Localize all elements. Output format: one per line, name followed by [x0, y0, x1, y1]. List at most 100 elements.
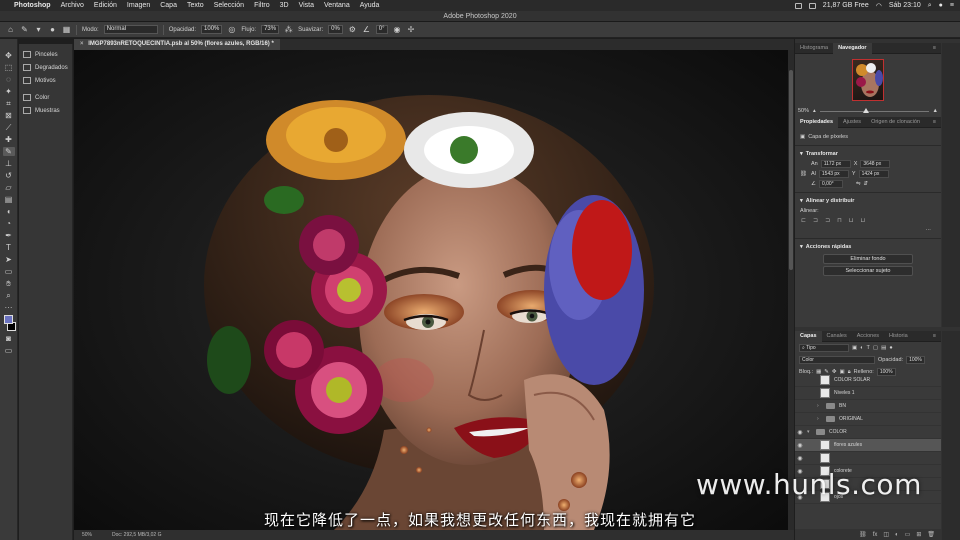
stamp-icon[interactable]: ⊥ — [3, 159, 15, 168]
shape-icon[interactable]: ▭ — [3, 267, 15, 276]
search-icon[interactable]: ⌕ — [928, 2, 932, 10]
user-icon[interactable]: ● — [939, 2, 943, 9]
layer-row[interactable]: ◉ COLOR SOLAR — [795, 374, 941, 387]
zoom-icon[interactable]: ⌕ — [3, 291, 15, 300]
document-tab[interactable]: × IMGP7893nRETOQUECINTIA.psb al 50% (flo… — [74, 39, 280, 50]
layer-thumbnail[interactable] — [820, 453, 830, 463]
menu-item[interactable]: 3D — [280, 2, 289, 9]
visibility-eye-icon[interactable]: ◉ — [795, 377, 805, 384]
image-canvas[interactable] — [74, 50, 788, 530]
tab-navigator[interactable]: Navegador — [833, 42, 872, 54]
filter-type-icon[interactable]: T — [867, 345, 870, 351]
panel-menu-icon[interactable]: ≡ — [928, 43, 941, 54]
mask-icon[interactable]: ◫ — [883, 531, 889, 538]
chain-icon[interactable]: ⛓ — [800, 171, 808, 177]
align-bottom-icon[interactable]: ⊔ — [860, 217, 865, 224]
tab-histogram[interactable]: Histograma — [795, 43, 833, 54]
blend-mode-select[interactable]: Color — [799, 356, 875, 364]
quick-select-icon[interactable]: ✦ — [3, 87, 15, 96]
align-right-icon[interactable]: ⊐ — [825, 217, 830, 224]
chevron-down-icon[interactable]: ▾ — [800, 198, 803, 204]
menu-item[interactable]: Filtro — [254, 2, 270, 9]
panel-menu-icon[interactable]: ≡ — [928, 117, 941, 128]
brush-icon[interactable]: ✎ — [2, 147, 15, 156]
filter-smart-icon[interactable]: ▤ — [881, 345, 886, 351]
layer-row[interactable]: ◉ › ORIGINAL — [795, 413, 941, 426]
gear-icon[interactable]: ⚙ — [348, 25, 357, 34]
menu-item[interactable]: Imagen — [127, 2, 150, 9]
blur-icon[interactable]: ◖ — [3, 207, 15, 216]
filter-pixel-icon[interactable]: ▣ — [852, 345, 857, 351]
tab-history[interactable]: Historia — [884, 331, 913, 342]
menu-item[interactable]: Vista — [299, 2, 314, 9]
tab-properties[interactable]: Propiedades — [795, 116, 839, 128]
visibility-eye-icon[interactable]: ◉ — [795, 442, 805, 449]
display-icon[interactable] — [808, 2, 816, 9]
doc-info[interactable]: Doc: 292,5 MB/3,02 G — [112, 530, 161, 540]
angle-field[interactable]: 0° — [375, 25, 388, 34]
more-icon[interactable]: ··· — [926, 227, 932, 233]
angle-icon[interactable]: ∠ — [362, 25, 371, 34]
screen-icon[interactable] — [794, 2, 802, 9]
layer-thumbnail[interactable] — [820, 375, 830, 385]
smooth-field[interactable]: 0% — [328, 25, 343, 34]
brush-tool-icon[interactable]: ✎ — [20, 25, 29, 34]
layer-thumbnail[interactable] — [820, 440, 830, 450]
type-icon[interactable]: T — [3, 243, 15, 252]
mode-select[interactable]: Normal — [103, 25, 158, 34]
navigator-zoom-value[interactable]: 50% — [798, 108, 809, 114]
history-brush-icon[interactable]: ↺ — [3, 171, 15, 180]
home-icon[interactable]: ⌂ — [6, 25, 15, 34]
brush-settings-icon[interactable]: ▦ — [62, 25, 71, 34]
layer-row[interactable]: ◉ Niveles 1 — [795, 387, 941, 400]
chevron-down-icon[interactable]: ▾ — [800, 244, 803, 250]
symmetry-icon[interactable]: ✢ — [407, 25, 416, 34]
gradient-icon[interactable]: ▤ — [3, 195, 15, 204]
zoom-readout[interactable]: 50% — [82, 530, 92, 540]
angle-field[interactable]: 0,00° — [818, 180, 843, 188]
layer-filter-select[interactable]: ⌕ Tipo — [799, 344, 849, 352]
link-layers-icon[interactable]: ⛓ — [859, 531, 867, 538]
tab-channels[interactable]: Canales — [822, 331, 852, 342]
y-field[interactable]: 1424 px — [858, 170, 889, 178]
select-subject-button[interactable]: Seleccionar sujeto — [823, 266, 913, 276]
align-center-v-icon[interactable]: ⊔ — [849, 217, 854, 224]
new-group-icon[interactable]: ▭ — [905, 531, 911, 538]
panel-menu-icon[interactable]: ≡ — [928, 331, 941, 342]
layer-row[interactable]: ◉ flores azules — [795, 439, 941, 452]
flip-vertical-icon[interactable]: ⇵ — [864, 181, 869, 187]
align-top-icon[interactable]: ⊓ — [837, 217, 842, 224]
pressure-opacity-icon[interactable]: ◎ — [227, 25, 236, 34]
pressure-size-icon[interactable]: ◉ — [393, 25, 402, 34]
library-item[interactable]: Degradados — [19, 61, 72, 74]
new-layer-icon[interactable]: ⊞ — [916, 531, 921, 538]
clock[interactable]: Sáb 23:10 — [889, 2, 921, 9]
opacity-field[interactable]: 100% — [201, 25, 223, 34]
visibility-eye-icon[interactable]: ◉ — [795, 403, 805, 410]
zoom-slider[interactable] — [819, 107, 929, 113]
zoom-out-icon[interactable]: ▴ — [813, 108, 816, 114]
chevron-icon[interactable]: › — [817, 416, 823, 422]
menu-app[interactable]: Photoshop — [14, 2, 51, 9]
width-field[interactable]: 1172 px — [820, 160, 851, 168]
crop-icon[interactable]: ⌗ — [3, 99, 15, 108]
canvas-scrollbar[interactable] — [788, 50, 794, 530]
tab-actions[interactable]: Acciones — [852, 331, 884, 342]
tab-clone-source[interactable]: Origen de clonación — [866, 117, 925, 128]
quick-mask-icon[interactable]: ◙ — [3, 334, 15, 343]
filter-adjust-icon[interactable]: ◐ — [860, 345, 863, 351]
tab-layers[interactable]: Capas — [795, 330, 822, 342]
adjustment-icon[interactable]: ◐ — [895, 532, 899, 538]
menu-item[interactable]: Selección — [214, 2, 244, 9]
navigator-thumbnail[interactable] — [852, 59, 884, 101]
fx-icon[interactable]: fx — [873, 532, 878, 538]
zoom-in-icon[interactable]: ▲ — [933, 108, 938, 114]
path-select-icon[interactable]: ➤ — [3, 255, 15, 264]
storage-indicator[interactable]: 21,87 GB Free — [823, 2, 869, 9]
chevron-down-icon[interactable]: ▾ — [800, 151, 803, 157]
quick-actions-header[interactable]: ▾ Acciones rápidas — [795, 242, 941, 252]
opacity-field[interactable]: 100% — [906, 356, 925, 364]
library-item[interactable]: Color — [19, 91, 72, 104]
visibility-eye-icon[interactable]: ◉ — [795, 390, 805, 397]
close-icon[interactable]: × — [80, 41, 84, 47]
